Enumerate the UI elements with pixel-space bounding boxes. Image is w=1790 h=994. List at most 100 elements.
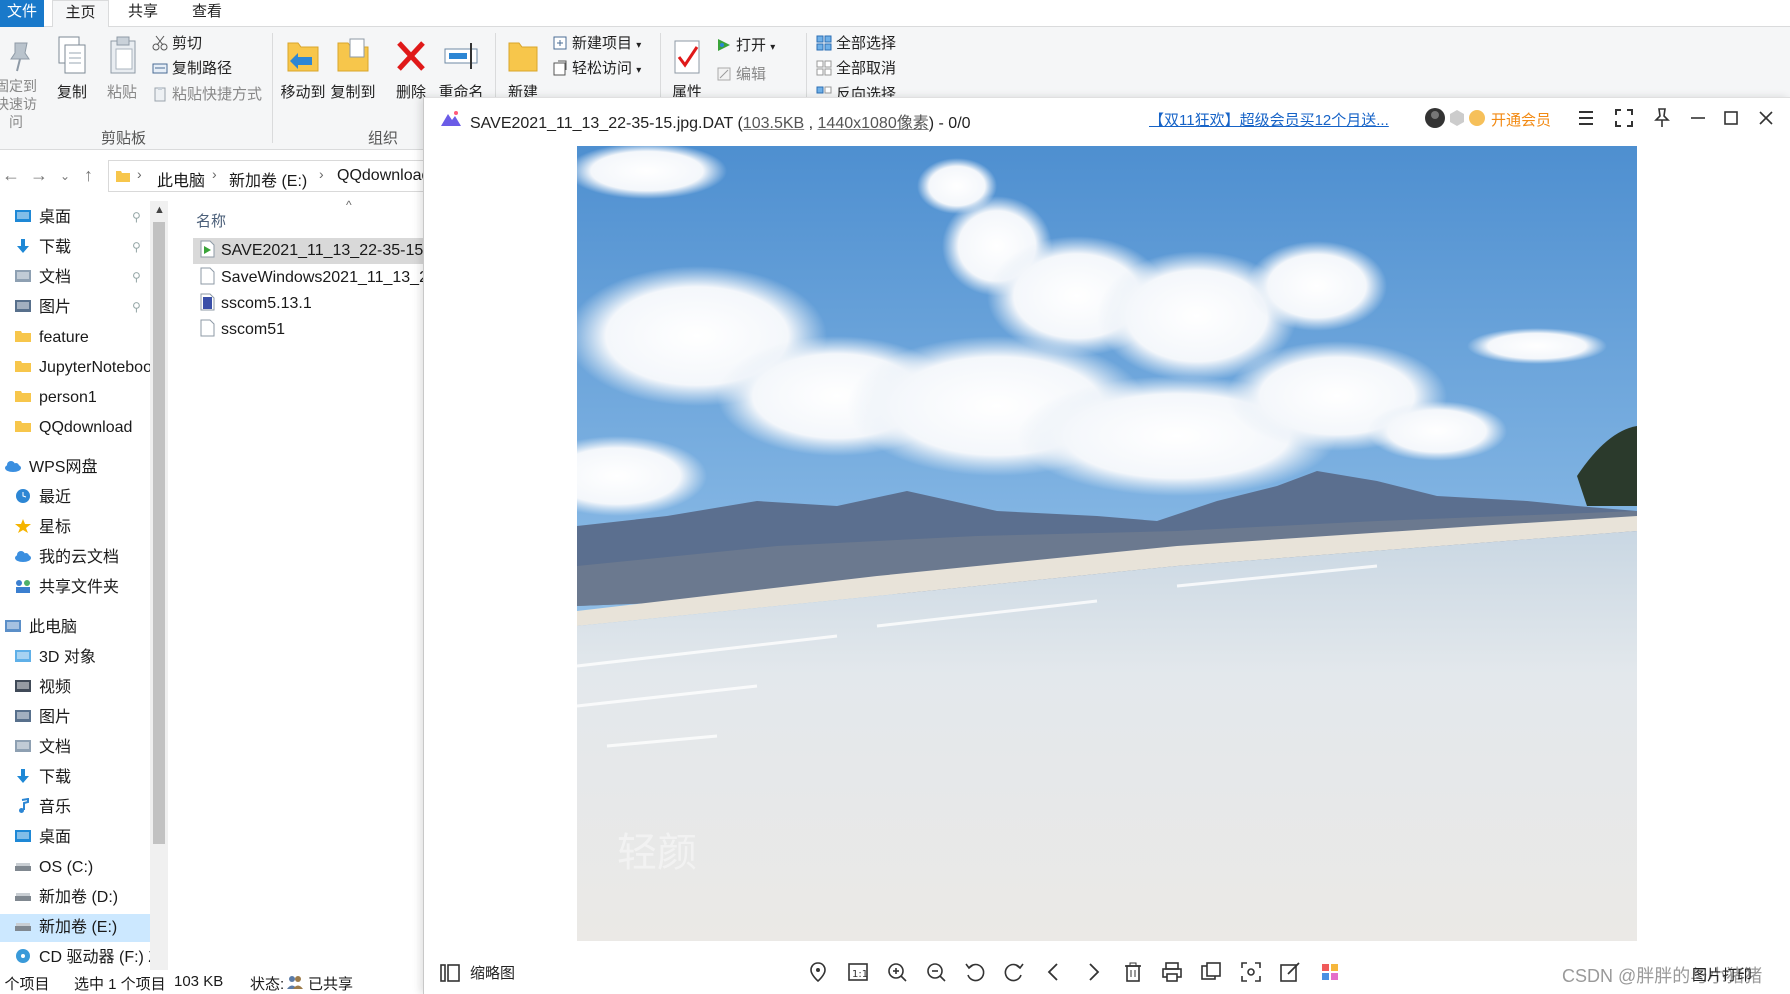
rename-button[interactable]: 重命名 [436,35,486,102]
file-row[interactable]: sscom5.13.1 [193,291,425,317]
minimize-icon[interactable] [1686,106,1710,130]
archive-file-icon [200,293,215,311]
breadcrumb-this-pc[interactable]: 此电脑 [157,167,205,191]
viewer-file-size[interactable]: 103.5KB [743,115,804,132]
print-icon[interactable] [1160,960,1184,984]
sidebar-item[interactable]: 下载 [0,764,150,792]
copy-button[interactable]: 复制 [50,35,94,102]
sidebar-item[interactable]: OS (C:) [0,854,150,882]
easy-access-button[interactable]: 轻松访问 ▾ [552,58,641,80]
maximize-icon[interactable] [1719,106,1743,130]
paste-shortcut-button[interactable]: 粘贴快捷方式 [152,84,262,106]
actual-size-icon[interactable]: 1:1 [846,960,870,984]
up-arrow-icon[interactable]: ↑ [84,165,93,186]
cut-button[interactable]: 剪切 [152,33,202,55]
sidebar-item[interactable]: 音乐 [0,794,150,822]
delete-button[interactable]: 删除 [390,35,432,102]
fullscreen-icon[interactable] [1612,106,1636,130]
scissors-icon [152,35,168,51]
previous-image-icon[interactable] [1042,960,1066,984]
new-folder-button[interactable]: 新建 [502,35,544,102]
screenshot-crop-icon[interactable] [1239,960,1263,984]
new-item-button[interactable]: 新建项目 ▾ [552,33,641,55]
sidebar-item[interactable]: JupyterNotebook [0,354,150,382]
sidebar-item-label: OS (C:) [39,859,94,876]
sidebar-item[interactable]: 文档 [0,264,150,292]
trash-icon[interactable] [1121,960,1145,984]
thumbnails-label[interactable]: 缩略图 [470,962,515,983]
sidebar-item[interactable]: 最近 [0,484,150,512]
sidebar-item[interactable]: 图片 [0,294,150,322]
pin-on-top-icon[interactable] [1650,106,1674,130]
more-apps-icon[interactable] [1318,960,1342,984]
vip-upgrade-link[interactable]: 开通会员 [1491,109,1551,130]
location-pin-icon[interactable] [806,960,830,984]
sidebar-item[interactable]: 桌面 [0,824,150,852]
drive-icon [15,893,31,901]
copy-to-button[interactable]: 复制到 [330,35,376,102]
open-button[interactable]: 打开 ▾ [716,35,775,57]
file-row[interactable]: SAVE2021_11_13_22-35-15.jpg.DAT [193,238,425,264]
menu-icon[interactable] [1574,106,1598,130]
sidebar-item[interactable]: 我的云文档 [0,544,150,572]
displayed-photo[interactable]: 轻颜 [577,146,1637,941]
copy-path-button[interactable]: 复制路径 [152,58,232,80]
photo-print-label[interactable]: 图片打印 [1692,964,1752,985]
breadcrumb-qqdownload[interactable]: QQdownload [337,167,430,185]
sidebar-item-label: WPS网盘 [29,459,98,476]
file-row[interactable]: sscom51 [193,317,425,343]
sidebar-item[interactable]: 下载 [0,234,150,262]
properties-button[interactable]: 属性 [666,35,708,102]
paste-button[interactable]: 粘贴 [100,35,144,102]
sidebar-item[interactable]: 图片 [0,704,150,732]
zoom-out-icon[interactable] [924,960,948,984]
tab-home[interactable]: 主页 [52,0,109,28]
column-header-name[interactable]: 名称 [196,210,226,231]
tab-view[interactable]: 查看 [184,0,230,27]
breadcrumb-drive-e[interactable]: 新加卷 (E:) [229,167,307,191]
sidebar-item[interactable]: CD 驱动器 (F:) Z [0,944,150,972]
sidebar-item[interactable]: 此电脑 [0,614,150,642]
sidebar-item[interactable]: WPS网盘 [0,454,150,482]
status-selected-size: 103 KB [174,973,224,990]
move-to-button[interactable]: 移动到 [280,35,326,102]
recent-locations-chevron-icon[interactable]: ⌄ [60,169,70,183]
copy-image-icon[interactable] [1199,960,1223,984]
navigation-scrollbar-thumb[interactable] [153,222,165,844]
rotate-right-icon[interactable] [1002,960,1026,984]
sidebar-item[interactable]: 桌面 [0,204,150,232]
sidebar-item[interactable]: feature [0,324,150,352]
select-all-button[interactable]: 全部选择 [816,33,896,55]
file-row[interactable]: SaveWindows2021_11_13_22-35-15 [193,265,425,291]
pin-quick-access-button[interactable]: 固定到 快速访问 [0,39,40,131]
sidebar-item[interactable]: 视频 [0,674,150,702]
sidebar-item[interactable]: 星标 [0,514,150,542]
promo-link[interactable]: 【双11狂欢】超级会员买12个月送... [1149,109,1389,130]
sidebar-item[interactable]: 文档 [0,734,150,762]
back-arrow-icon[interactable]: ← [2,165,20,186]
edit-image-icon[interactable] [1278,960,1302,984]
sidebar-item[interactable]: 3D 对象 [0,644,150,672]
download-icon [17,239,29,253]
sidebar-item[interactable]: QQdownload [0,414,150,442]
thumbnails-icon[interactable] [440,964,460,982]
sidebar-item[interactable]: person1 [0,384,150,412]
sidebar-item-label: 我的云文档 [39,549,120,566]
zoom-in-icon[interactable] [885,960,909,984]
scroll-up-icon[interactable]: ▲ [154,204,165,216]
edit-button[interactable]: 编辑 [716,64,766,86]
forward-arrow-icon[interactable]: → [30,165,48,186]
viewer-image-dimensions[interactable]: 1440x1080像素 [818,115,929,132]
drive-icon [15,923,31,931]
tab-file[interactable]: 文件 [0,0,44,27]
sidebar-item[interactable]: 共享文件夹 [0,574,150,602]
tab-share[interactable]: 共享 [120,0,166,27]
next-image-icon[interactable] [1081,960,1105,984]
close-icon[interactable] [1754,106,1778,130]
select-none-button[interactable]: 全部取消 [816,58,896,80]
sidebar-item[interactable]: 新加卷 (D:) [0,884,150,912]
sidebar-item[interactable]: 新加卷 (E:) [0,914,150,942]
avatar[interactable] [1424,107,1446,129]
rotate-left-icon[interactable] [963,960,987,984]
delete-label: 删除 [395,84,426,101]
